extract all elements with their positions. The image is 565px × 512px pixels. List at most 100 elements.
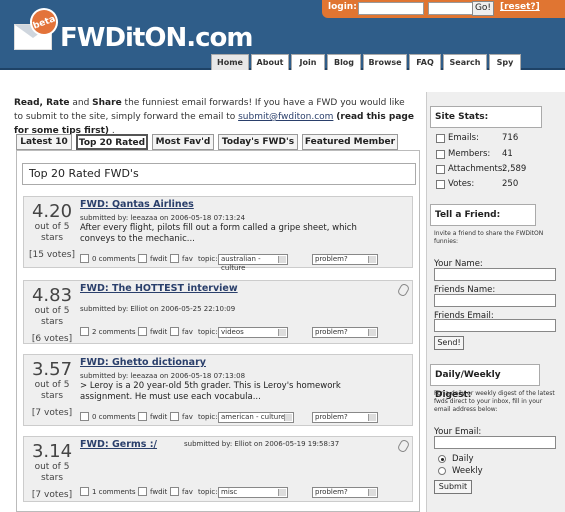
nav-browse[interactable]: Browse (363, 54, 407, 70)
weekly-label: Weekly (452, 466, 483, 476)
daily-radio[interactable] (438, 455, 446, 463)
fwd-item: 4.20 out of 5 stars [15 votes] FWD: Qant… (23, 196, 413, 272)
stat-emails: Emails: 716 (436, 133, 556, 145)
votes-icon (436, 180, 445, 189)
stat-attachments: Attachments: 2,589 (436, 164, 560, 176)
tab-latest-10[interactable]: Latest 10 (16, 134, 72, 150)
submit-email-link[interactable]: submit@fwditon.com (238, 112, 333, 122)
nav-join[interactable]: Join (291, 54, 325, 70)
topic-select[interactable]: videos (218, 327, 288, 338)
site-stats-title: Site Stats: (430, 106, 542, 128)
fav-icon (170, 487, 179, 496)
nav-about[interactable]: About (251, 54, 289, 70)
rating-block: 3.57 out of 5 stars [7 votes] (24, 355, 80, 418)
person-icon (436, 150, 445, 159)
nav-search[interactable]: Search (443, 54, 487, 70)
fwd-title-link[interactable]: FWD: Ghetto dictionary (80, 357, 206, 368)
topic-select[interactable]: american - culture (218, 412, 294, 423)
section-title: Top 20 Rated FWD's (22, 163, 416, 185)
stat-members: Members: 41 (436, 149, 556, 161)
tab-top-20-rated[interactable]: Top 20 Rated (76, 134, 148, 150)
vote-count: [15 votes] (29, 250, 75, 260)
item-actions: 1 comments fwdit fav topic: misc problem… (80, 487, 410, 499)
login-label: login: (328, 2, 357, 12)
digest-submit-button[interactable]: Submit (434, 480, 472, 494)
nav-blog[interactable]: Blog (327, 54, 361, 70)
vote-count: [7 votes] (31, 408, 73, 418)
fwd-item: 4.83 out of 5 stars [6 votes] FWD: The H… (23, 280, 413, 344)
nav-home[interactable]: Home (211, 54, 249, 70)
fwdit-icon (138, 412, 147, 421)
tab-todays-fwds[interactable]: Today's FWD's (218, 134, 298, 150)
submitted-by: submitted by: leeazaa on 2006-05-18 07:1… (80, 214, 246, 222)
problem-select[interactable]: problem? (312, 487, 378, 498)
rating-score: 3.57 (31, 359, 73, 380)
comments-link[interactable]: 0 comments (92, 255, 136, 263)
fwd-title-link[interactable]: FWD: Qantas Airlines (80, 199, 194, 210)
fwd-excerpt: > Leroy is a 20 year-old 5th grader. Thi… (80, 381, 341, 402)
comments-link[interactable]: 0 comments (92, 413, 136, 421)
rating-score: 3.14 (31, 441, 73, 462)
topic-select[interactable]: australian - culture (218, 254, 288, 272)
fwd-title-link[interactable]: FWD: Germs :/ (80, 439, 157, 450)
tab-most-favd[interactable]: Most Fav'd (152, 134, 214, 150)
topic-select[interactable]: misc (218, 487, 288, 498)
login-go-button[interactable]: Go! (472, 1, 494, 16)
nav-faq[interactable]: FAQ (409, 54, 441, 70)
rating-block: 4.83 out of 5 stars [6 votes] (24, 281, 80, 344)
fwdit-link[interactable]: fwdit (150, 488, 167, 496)
attachment-icon (396, 438, 411, 454)
submitted-by: submitted by: leeazaa on 2006-05-18 07:1… (80, 372, 246, 380)
rating-block: 3.14 out of 5 stars [7 votes] (24, 437, 80, 500)
fwdit-link[interactable]: fwdit (150, 255, 167, 263)
rating-score: 4.83 (31, 285, 73, 306)
vote-count: [7 votes] (31, 490, 73, 500)
comment-icon (80, 254, 89, 263)
comment-icon (80, 327, 89, 336)
fwdit-icon (138, 327, 147, 336)
submitted-by: submitted by: Elliot on 2006-05-19 19:58… (184, 440, 340, 448)
vote-count: [6 votes] (31, 334, 73, 344)
digest-description: For a daily or weekly digest of the late… (434, 390, 555, 413)
digest-email-input[interactable] (434, 436, 556, 449)
reset-password-link[interactable]: [reset?] (500, 2, 540, 12)
fwdit-link[interactable]: fwdit (150, 328, 167, 336)
fav-link[interactable]: fav (182, 328, 193, 336)
problem-select[interactable]: problem? (312, 327, 378, 338)
fav-icon (170, 412, 179, 421)
comments-link[interactable]: 2 comments (92, 328, 136, 336)
problem-select[interactable]: problem? (312, 254, 378, 265)
weekly-radio[interactable] (438, 467, 446, 475)
fwd-excerpt: After every flight, pilots fill out a fo… (80, 223, 357, 244)
tab-featured-member[interactable]: Featured Member (302, 134, 398, 150)
item-actions: 0 comments fwdit fav topic: american - c… (80, 412, 410, 424)
stat-votes: Votes: 250 (436, 179, 556, 191)
problem-select[interactable]: problem? (312, 412, 378, 423)
friends-email-input[interactable] (434, 319, 556, 332)
friends-name-input[interactable] (434, 294, 556, 307)
fwdit-icon (138, 254, 147, 263)
fav-link[interactable]: fav (182, 255, 193, 263)
intro-text: Read, Rate and Share the funniest email … (14, 98, 414, 136)
fwdit-link[interactable]: fwdit (150, 413, 167, 421)
comment-icon (80, 412, 89, 421)
your-name-input[interactable] (434, 268, 556, 281)
fwd-title-link[interactable]: FWD: The HOTTEST interview (80, 283, 238, 294)
rating-score: 4.20 (31, 201, 73, 222)
comments-link[interactable]: 1 comments (92, 488, 136, 496)
site-logo[interactable]: FWDitON.com (60, 23, 253, 53)
send-button[interactable]: Send! (434, 336, 464, 350)
fav-icon (170, 327, 179, 336)
envelope-icon (436, 134, 445, 143)
fav-link[interactable]: fav (182, 413, 193, 421)
fwd-item: 3.14 out of 5 stars [7 votes] FWD: Germs… (23, 436, 413, 502)
nav-spy[interactable]: Spy (489, 54, 521, 70)
fav-link[interactable]: fav (182, 488, 193, 496)
paperclip-icon (436, 165, 445, 174)
digest-title: Daily/Weekly Digest: (430, 364, 540, 400)
daily-label: Daily (452, 454, 474, 464)
item-actions: 2 comments fwdit fav topic: videos probl… (80, 327, 410, 339)
username-input[interactable] (358, 2, 424, 15)
tell-friend-title: Tell a Friend: (430, 204, 536, 226)
fwdit-icon (138, 487, 147, 496)
